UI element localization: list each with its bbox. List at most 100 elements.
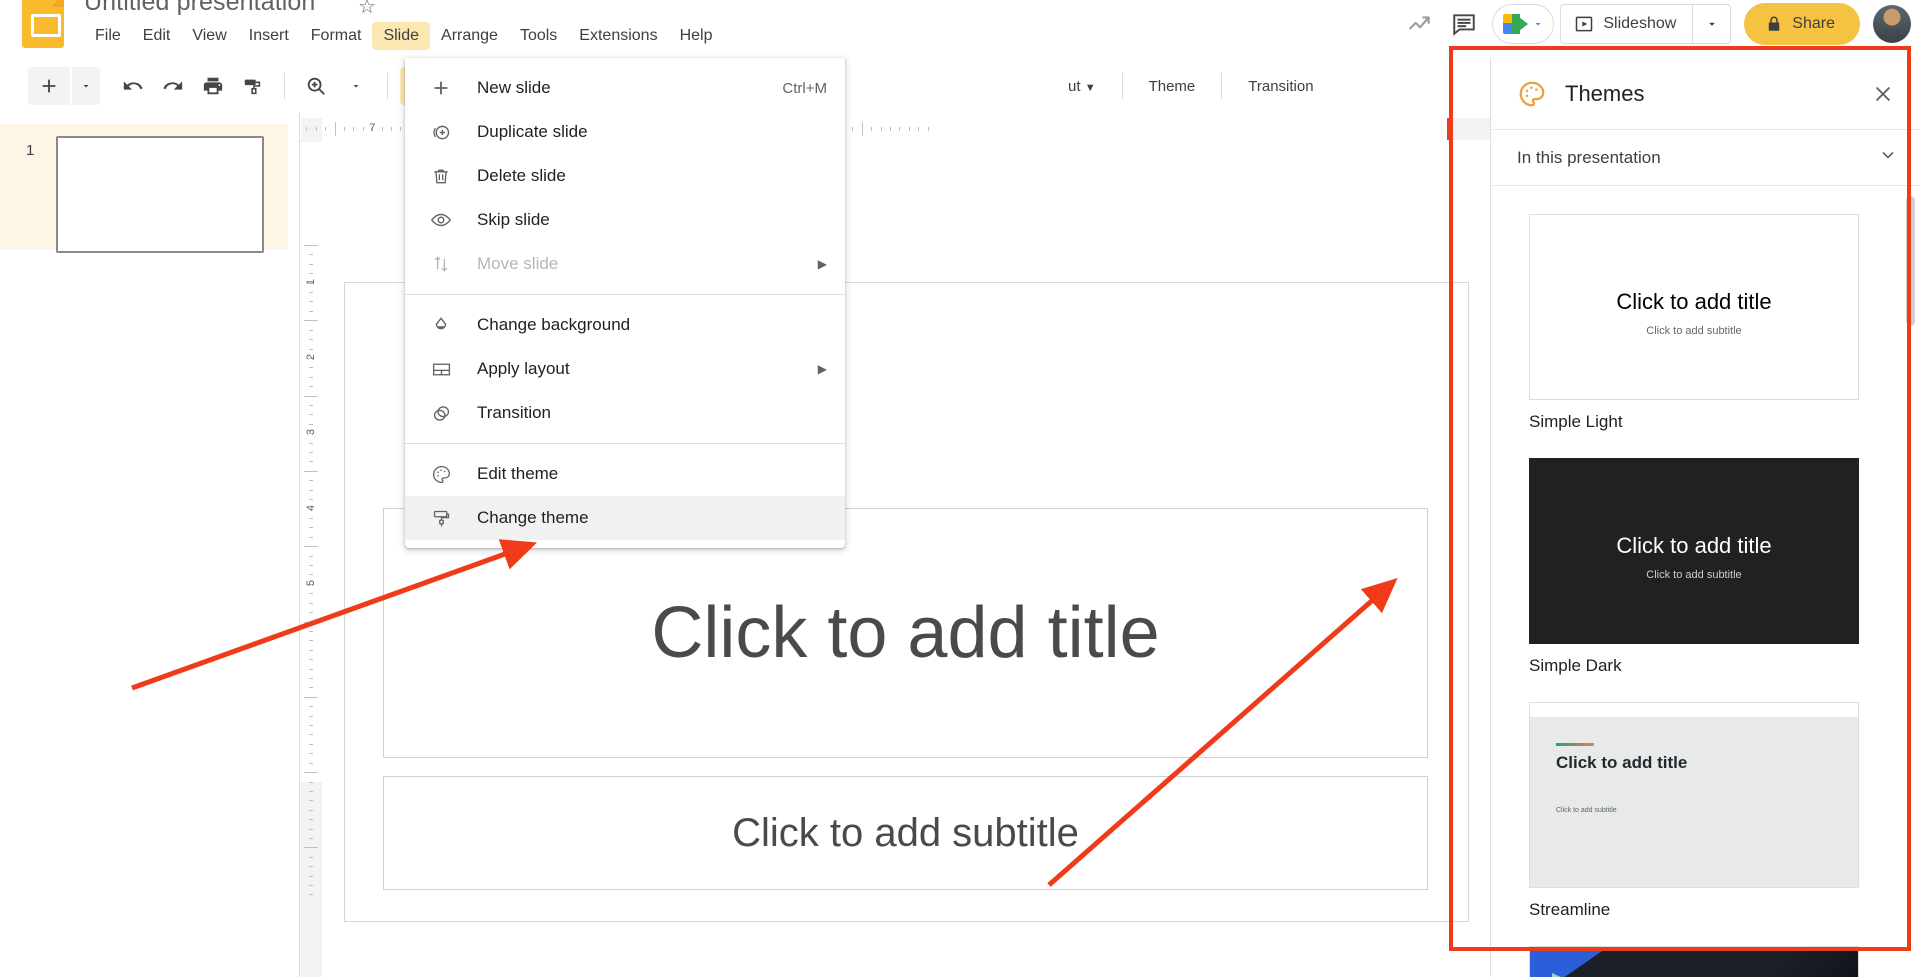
- subtitle-placeholder[interactable]: Click to add subtitle: [383, 776, 1428, 890]
- menu-item-file[interactable]: File: [84, 22, 132, 50]
- ruler-tick: [309, 555, 313, 557]
- undo-button[interactable]: [114, 67, 152, 105]
- menu-item-format[interactable]: Format: [300, 22, 373, 50]
- theme-button[interactable]: Theme: [1135, 78, 1210, 95]
- ruler-tick: [309, 461, 313, 463]
- menu-option-apply-layout[interactable]: Apply layout ▶: [405, 347, 845, 391]
- palette-icon: [427, 462, 455, 486]
- slide-thumbnail[interactable]: [56, 136, 264, 253]
- menu-option-skip-slide[interactable]: Skip slide: [405, 198, 845, 242]
- menu-item-help[interactable]: Help: [669, 22, 724, 50]
- avatar[interactable]: [1873, 5, 1911, 43]
- theme-card[interactable]: [1529, 946, 1882, 977]
- trending-up-icon[interactable]: [1398, 2, 1442, 46]
- zoom-dropdown[interactable]: [337, 67, 375, 105]
- menu-option-delete-slide[interactable]: Delete slide: [405, 154, 845, 198]
- layout-dropdown-label[interactable]: ut ▼: [1054, 78, 1110, 95]
- theme-thumbnail[interactable]: Click to add title Click to add subtitle: [1529, 214, 1859, 400]
- theme-card[interactable]: Click to add title Click to add subtitle S…: [1529, 458, 1882, 676]
- ruler-tick: [306, 127, 308, 131]
- ruler-tick: [309, 273, 313, 275]
- theme-title-text: Click to add title: [1616, 533, 1772, 558]
- menu-item-extensions[interactable]: Extensions: [568, 22, 668, 50]
- ruler-tick: [304, 245, 318, 246]
- theme-thumbnail[interactable]: Click to add title Click to add subtitle: [1529, 458, 1859, 644]
- google-meet-icon[interactable]: [1492, 4, 1555, 44]
- slideshow-button[interactable]: Slideshow: [1560, 4, 1694, 44]
- menu-item-tools[interactable]: Tools: [509, 22, 568, 50]
- theme-card[interactable]: Click to add title Click to add subtitle S…: [1529, 702, 1882, 920]
- ruler-tick: [927, 127, 929, 131]
- zoom-button[interactable]: [297, 67, 335, 105]
- document-title[interactable]: Untitled presentation: [84, 0, 315, 17]
- menu-option-duplicate-slide[interactable]: Duplicate slide: [405, 110, 845, 154]
- ruler-tick: [315, 127, 317, 131]
- themes-scroll-container[interactable]: Click to add title Click to add subtitle S…: [1491, 188, 1920, 977]
- ruler-tick: [309, 894, 313, 896]
- share-label: Share: [1792, 15, 1835, 32]
- chevron-down-icon: [353, 85, 359, 88]
- star-icon[interactable]: ☆: [358, 0, 376, 19]
- menu-item-view[interactable]: View: [181, 22, 237, 50]
- ruler-tick: [309, 800, 313, 802]
- ruler-tick: [918, 127, 920, 131]
- themes-panel[interactable]: Themes In this presentation Click to add…: [1490, 58, 1920, 977]
- ruler-tick: [880, 127, 882, 131]
- ruler-tick: [309, 706, 313, 708]
- paint-format-button[interactable]: [234, 67, 272, 105]
- theme-card[interactable]: Click to add title Click to add subtitle S…: [1529, 214, 1882, 432]
- slide-menu-dropdown[interactable]: New slide Ctrl+M Duplicate slide Delete sli…: [405, 58, 845, 548]
- menu-option-label: New slide: [477, 78, 551, 97]
- transition-button[interactable]: Transition: [1234, 78, 1327, 95]
- ruler-tick: [309, 640, 313, 642]
- slides-logo-icon[interactable]: [22, 0, 64, 48]
- menu-item-insert[interactable]: Insert: [238, 22, 300, 50]
- droplet-icon: [427, 313, 455, 337]
- slideshow-dropdown-caret[interactable]: [1693, 4, 1732, 44]
- theme-subtitle-text: Click to add subtitle: [1556, 807, 1617, 814]
- menu-option-transition[interactable]: Transition: [405, 391, 845, 435]
- themes-section-header[interactable]: In this presentation: [1491, 130, 1920, 186]
- theme-shape-blue: [1530, 947, 1608, 977]
- menu-item-edit[interactable]: Edit: [132, 22, 182, 50]
- ruler-tick: [391, 127, 393, 131]
- filmstrip-slide-1[interactable]: 1: [0, 124, 288, 253]
- print-button[interactable]: [194, 67, 232, 105]
- ruler-tick: [309, 423, 313, 425]
- menu-item-arrange[interactable]: Arrange: [430, 22, 509, 50]
- paint-roller-icon: [427, 506, 455, 530]
- share-button[interactable]: Share: [1744, 3, 1860, 45]
- slide-filmstrip: 1: [0, 112, 300, 977]
- redo-button[interactable]: [154, 67, 192, 105]
- menu-option-new-slide[interactable]: New slide Ctrl+M: [405, 66, 845, 110]
- new-slide-dropdown[interactable]: [72, 67, 100, 105]
- menu-option-change-background[interactable]: Change background: [405, 303, 845, 347]
- ruler-tick: [362, 127, 364, 131]
- redo-icon: [163, 81, 183, 90]
- ruler-tick: [309, 376, 313, 378]
- theme-thumbnail[interactable]: [1529, 946, 1859, 977]
- menu-separator: [405, 294, 845, 295]
- ruler-tick: [309, 442, 313, 444]
- ruler-tick: [309, 301, 313, 303]
- slide-number: 1: [26, 142, 35, 159]
- theme-accent-bar: [1556, 743, 1594, 746]
- theme-thumbnail[interactable]: Click to add title Click to add subtitle: [1529, 702, 1859, 888]
- ruler-tick: [325, 127, 327, 131]
- menu-item-slide[interactable]: Slide: [372, 22, 431, 50]
- chevron-down-icon[interactable]: [1878, 145, 1898, 170]
- ruler-margin-marker[interactable]: [1447, 118, 1450, 140]
- ruler-tick: [871, 127, 873, 131]
- new-slide-button[interactable]: [28, 67, 70, 105]
- menu-option-change-theme[interactable]: Change theme: [405, 496, 845, 540]
- ruler-tick: [309, 677, 313, 679]
- ruler-tick: [309, 828, 313, 830]
- themes-scrollbar[interactable]: [1906, 196, 1915, 326]
- vertical-ruler[interactable]: 1 2 3 4 5: [300, 140, 322, 977]
- menu-option-label: Change theme: [477, 508, 589, 527]
- menu-option-edit-theme[interactable]: Edit theme: [405, 452, 845, 496]
- theme-title-text: Click to add title: [1616, 289, 1772, 314]
- close-icon[interactable]: [1866, 77, 1900, 111]
- ruler-tick: [309, 452, 313, 454]
- comment-icon[interactable]: [1442, 2, 1486, 46]
